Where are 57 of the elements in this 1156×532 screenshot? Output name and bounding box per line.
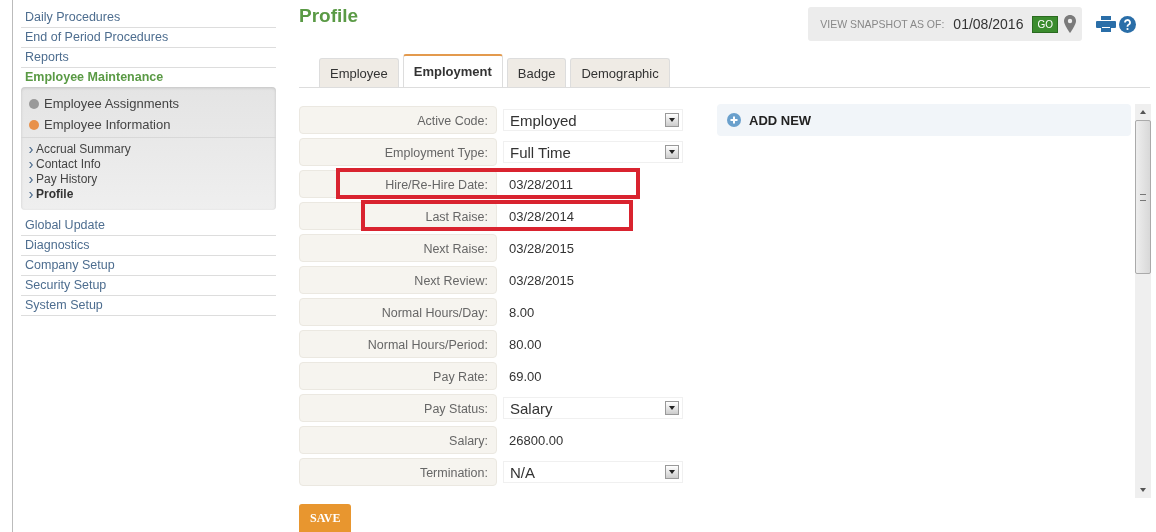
sidebar-item[interactable]: Global Update: [21, 216, 276, 236]
page-title: Profile: [299, 5, 359, 27]
scrollbar[interactable]: [1135, 104, 1151, 498]
scrollbar-thumb[interactable]: [1135, 120, 1151, 274]
snapshot-label: VIEW SNAPSHOT AS OF:: [820, 18, 945, 30]
field-label: Pay Rate:: [299, 362, 497, 390]
sidebar-item[interactable]: System Setup: [21, 296, 276, 316]
collapse-icon: [29, 119, 39, 130]
submenu-link[interactable]: Profile: [36, 187, 74, 202]
dropdown[interactable]: Employed: [503, 109, 683, 131]
field-value: 03/28/2015: [508, 272, 575, 288]
field-label: Salary:: [299, 426, 497, 454]
field-label: Pay Status:: [299, 394, 497, 422]
go-button[interactable]: GO: [1032, 15, 1058, 33]
tab[interactable]: Demographic: [570, 58, 670, 87]
submenu-link[interactable]: Contact Info: [36, 157, 101, 172]
submenu-item[interactable]: Employee Information: [21, 114, 276, 135]
field-value: 03/28/2015: [508, 240, 575, 256]
field-label: Next Raise:: [299, 234, 497, 262]
field-label: Employment Type:: [299, 138, 497, 166]
field-label: Normal Hours/Day:: [299, 298, 497, 326]
help-icon[interactable]: [1119, 15, 1136, 33]
dropdown[interactable]: N/A: [503, 461, 683, 483]
date-field[interactable]: 01/08/2016: [948, 13, 1029, 35]
add-new-button[interactable]: ADD NEW: [717, 104, 1131, 136]
print-icon[interactable]: [1096, 16, 1116, 32]
tab[interactable]: Badge: [506, 58, 567, 87]
field-label: Next Review:: [299, 266, 497, 294]
submenu-link[interactable]: Pay History: [36, 172, 98, 187]
submenu-link[interactable]: Accrual Summary: [36, 142, 131, 157]
tab[interactable]: Employment: [402, 54, 503, 87]
tab[interactable]: Employee: [319, 58, 399, 87]
bullet-icon: [29, 146, 33, 153]
dropdown[interactable]: Full Time: [503, 141, 683, 163]
sidebar-item[interactable]: Diagnostics: [21, 236, 276, 256]
dropdown[interactable]: Salary: [503, 397, 683, 419]
bullet-icon: [29, 191, 33, 198]
sidebar-item[interactable]: End of Period Procedures: [21, 28, 276, 48]
field-value: 69.00: [508, 368, 542, 384]
sidebar-item[interactable]: Daily Procedures: [21, 8, 276, 28]
field-value: 8.00: [508, 304, 535, 320]
field-label: Normal Hours/Period:: [299, 330, 497, 358]
field-value: 03/28/2011: [508, 176, 574, 192]
field-value: 80.00: [508, 336, 542, 352]
plus-icon: [727, 113, 741, 127]
sidebar-item[interactable]: Reports: [21, 48, 276, 68]
submenu-item[interactable]: Employee Assignments: [21, 93, 276, 114]
field-value: 03/28/2014: [508, 208, 575, 224]
field-label: Termination:: [299, 458, 497, 486]
field-value: 26800.00: [508, 432, 564, 448]
sidebar-item[interactable]: Security Setup: [21, 276, 276, 296]
sidebar-item[interactable]: Company Setup: [21, 256, 276, 276]
bullet-icon: [29, 176, 33, 183]
expand-icon: [29, 98, 39, 109]
bullet-icon: [29, 161, 33, 168]
map-pin-icon[interactable]: [1064, 15, 1076, 33]
field-label: Active Code:: [299, 106, 497, 134]
